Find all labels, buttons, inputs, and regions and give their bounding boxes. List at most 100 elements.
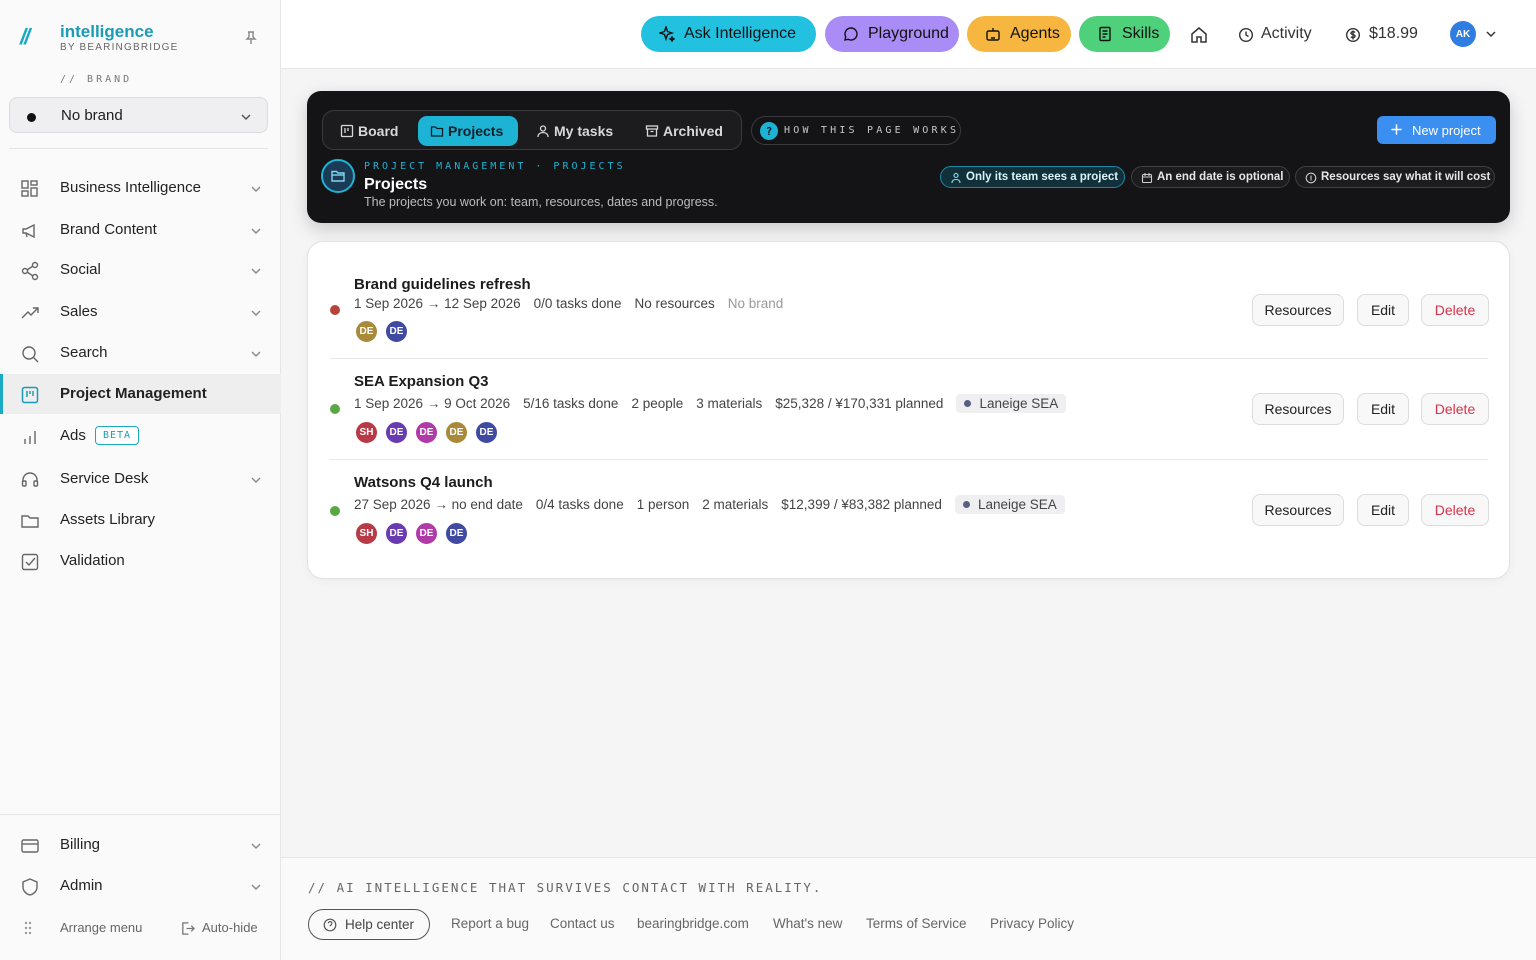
row-divider — [330, 459, 1488, 460]
sidebar-item-label: Sales — [60, 303, 98, 320]
avatar: DE — [474, 420, 499, 445]
footer-link-whats-new[interactable]: What's new — [773, 916, 842, 931]
project-budget: $25,328 / ¥170,331 planned — [775, 396, 944, 411]
delete-button[interactable]: Delete — [1421, 393, 1489, 425]
agents-button[interactable]: Agents — [967, 16, 1071, 52]
new-project-button[interactable]: New project — [1377, 116, 1496, 144]
sidebar-item-social[interactable]: Social — [0, 250, 281, 290]
card-icon — [20, 836, 40, 856]
project-name[interactable]: Watsons Q4 launch — [354, 474, 493, 491]
avatar: DE — [384, 420, 409, 445]
home-icon[interactable] — [1189, 25, 1209, 45]
sidebar-item-sales[interactable]: Sales — [0, 292, 281, 332]
project-name[interactable]: SEA Expansion Q3 — [354, 373, 488, 390]
sidebar-item-project-management[interactable]: Project Management — [0, 374, 281, 414]
sidebar-item-label: Admin — [60, 877, 103, 894]
view-tabs: Board Projects My tasks Archived — [322, 110, 742, 150]
playground-button[interactable]: Playground — [825, 16, 959, 52]
pin-icon[interactable] — [243, 30, 259, 46]
arrange-menu-button[interactable]: Arrange menu — [20, 920, 142, 936]
edit-button[interactable]: Edit — [1357, 393, 1409, 425]
sidebar-item-brand-content[interactable]: Brand Content — [0, 210, 281, 250]
brand-tag-label: Laneige SEA — [977, 497, 1057, 512]
tab-archived[interactable]: Archived — [633, 116, 733, 146]
brand-tag-dot — [964, 400, 972, 407]
sidebar-item-billing[interactable]: Billing — [0, 825, 281, 865]
chat-bubble-icon — [843, 26, 859, 42]
brand-dot — [27, 113, 36, 122]
brand-tag[interactable]: Laneige SEA — [956, 394, 1067, 413]
sidebar-item-assets-library[interactable]: Assets Library — [0, 500, 281, 540]
edit-button[interactable]: Edit — [1357, 294, 1409, 326]
coin-icon — [1305, 172, 1317, 184]
how-label: HOW THIS PAGE WORKS — [784, 125, 960, 136]
chip-label: An end date is optional — [1157, 171, 1284, 183]
logo-title[interactable]: intelligence — [60, 22, 154, 42]
chevron-down-icon — [240, 111, 252, 123]
chevron-down-icon[interactable] — [250, 348, 262, 360]
sign-out-icon — [180, 921, 195, 936]
resources-button[interactable]: Resources — [1252, 494, 1344, 526]
chevron-down-icon[interactable] — [250, 474, 262, 486]
brand-tag[interactable]: Laneige SEA — [954, 495, 1065, 514]
auto-hide-label: Auto-hide — [202, 920, 258, 935]
chevron-down-icon[interactable] — [1485, 28, 1497, 40]
resources-button[interactable]: Resources — [1252, 294, 1344, 326]
sidebar-item-search[interactable]: Search — [0, 333, 281, 373]
tab-board[interactable]: Board — [328, 116, 416, 146]
tab-my-tasks[interactable]: My tasks — [524, 116, 624, 146]
chevron-down-icon[interactable] — [250, 307, 262, 319]
sidebar-item-ads[interactable]: Ads BETA — [0, 416, 281, 456]
skills-button[interactable]: Skills — [1079, 16, 1170, 52]
sidebar-item-service-desk[interactable]: Service Desk — [0, 459, 281, 499]
sidebar-item-business-intelligence[interactable]: Business Intelligence — [0, 168, 281, 208]
tab-projects[interactable]: Projects — [418, 116, 518, 146]
resources-button[interactable]: Resources — [1252, 393, 1344, 425]
megaphone-icon — [20, 221, 40, 241]
edit-button[interactable]: Edit — [1357, 494, 1409, 526]
brand-label: // BRAND — [60, 74, 133, 85]
brand-select[interactable]: No brand — [9, 97, 268, 133]
board-icon — [340, 124, 354, 138]
help-center-button[interactable]: Help center — [308, 909, 430, 940]
sidebar-item-label: Social — [60, 261, 101, 278]
footer-link-contact[interactable]: Contact us — [550, 916, 615, 931]
project-name[interactable]: Brand guidelines refresh — [354, 276, 531, 293]
project-row[interactable]: Watsons Q4 launch 27 Sep 2026 → no end d… — [330, 471, 1489, 561]
delete-button[interactable]: Delete — [1421, 294, 1489, 326]
project-row[interactable]: Brand guidelines refresh 1 Sep 2026 → 12… — [330, 272, 1489, 362]
chevron-down-icon[interactable] — [250, 183, 262, 195]
chevron-down-icon[interactable] — [250, 881, 262, 893]
activity-link[interactable]: Activity — [1238, 25, 1312, 43]
project-dates: 27 Sep 2026 → no end date — [354, 497, 523, 512]
delete-button[interactable]: Delete — [1421, 494, 1489, 526]
sidebar: // intelligence BY BEARINGBRIDGE // BRAN… — [0, 0, 281, 960]
help-center-label: Help center — [345, 917, 415, 932]
avatar: DE — [444, 420, 469, 445]
sidebar-item-label: Assets Library — [60, 511, 156, 528]
sidebar-item-validation[interactable]: Validation — [0, 541, 281, 581]
balance-link[interactable]: $18.99 — [1345, 25, 1418, 43]
folder-icon — [430, 124, 444, 138]
chevron-down-icon[interactable] — [250, 840, 262, 852]
arrange-menu-label: Arrange menu — [60, 920, 143, 935]
info-chip-resources-cost: Resources say what it will cost — [1295, 166, 1495, 188]
footer-link-privacy[interactable]: Privacy Policy — [990, 916, 1074, 931]
sidebar-item-admin[interactable]: Admin — [0, 866, 281, 906]
ask-intelligence-button[interactable]: Ask Intelligence — [641, 16, 816, 52]
project-meta: 1 Sep 2026 → 9 Oct 2026 5/16 tasks done … — [354, 394, 1079, 413]
project-meta: 27 Sep 2026 → no end date 0/4 tasks done… — [354, 495, 1078, 514]
footer-link-terms[interactable]: Terms of Service — [866, 916, 967, 931]
chevron-down-icon[interactable] — [250, 265, 262, 277]
sidebar-item-label: Validation — [60, 552, 125, 569]
avatar: DE — [414, 420, 439, 445]
footer-link-report-bug[interactable]: Report a bug — [451, 916, 529, 931]
folder-icon — [20, 511, 40, 531]
chip-label: Resources say what it will cost — [1321, 171, 1491, 183]
footer-link-website[interactable]: bearingbridge.com — [637, 916, 749, 931]
how-this-page-works-button[interactable]: ? HOW THIS PAGE WORKS — [751, 116, 961, 145]
chevron-down-icon[interactable] — [250, 225, 262, 237]
project-row[interactable]: SEA Expansion Q3 1 Sep 2026 → 9 Oct 2026… — [330, 370, 1489, 460]
user-avatar[interactable]: AK — [1450, 21, 1476, 47]
avatar: DE — [414, 521, 439, 546]
